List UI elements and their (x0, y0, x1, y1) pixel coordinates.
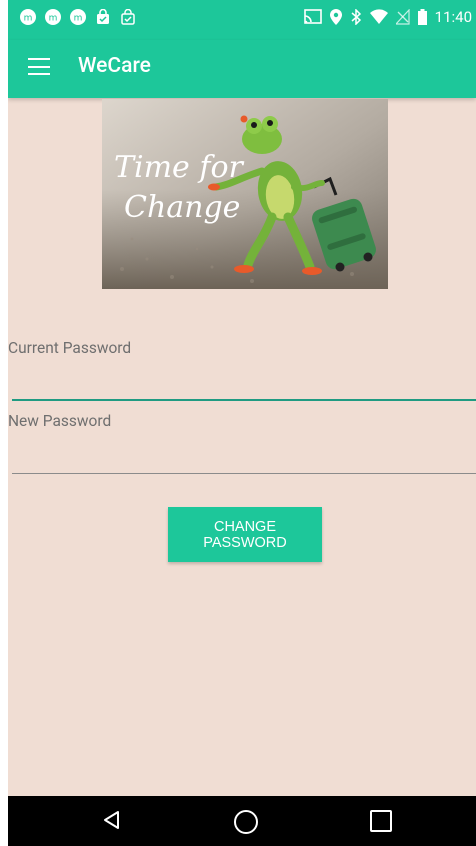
svg-text:m: m (24, 14, 33, 24)
status-bar: m m m 11:40 (8, 0, 476, 40)
new-password-input[interactable] (12, 445, 476, 474)
app-screen: m m m 11:40 WeCare Time for Change Curre… (8, 0, 476, 846)
clock-text: 11:40 (434, 8, 472, 26)
menu-icon[interactable] (28, 58, 50, 76)
battery-icon (417, 9, 427, 25)
hero-text-line2: Change (124, 190, 240, 225)
current-password-label: Current Password (8, 339, 132, 357)
app-notification-icon: m (70, 9, 86, 25)
new-password-label: New Password (8, 412, 112, 430)
system-icons: 11:40 (303, 8, 472, 26)
recent-apps-icon[interactable] (370, 810, 392, 832)
bluetooth-icon (351, 9, 361, 25)
hero-frog-illustration: Time for Change (102, 99, 388, 289)
app-title: WeCare (78, 54, 151, 78)
hero-image: Time for Change (102, 99, 388, 289)
app-bar: WeCare (8, 40, 476, 98)
hero-text-line1: Time for (114, 150, 245, 185)
app-notification-icon: m (45, 9, 61, 25)
home-icon[interactable] (234, 810, 258, 834)
system-navigation-bar (8, 796, 476, 846)
cast-icon (303, 9, 322, 24)
app-notification-icon: m (20, 9, 36, 25)
wifi-icon (369, 9, 388, 24)
back-icon[interactable] (102, 810, 122, 830)
svg-text:m: m (74, 14, 83, 24)
change-password-button[interactable]: CHANGE PASSWORD (168, 507, 322, 562)
no-signal-icon (395, 9, 410, 25)
svg-text:m: m (49, 14, 58, 24)
shopping-bag-icon (97, 9, 109, 24)
current-password-input[interactable] (12, 371, 476, 401)
notification-icons: m m m (20, 9, 136, 25)
shopping-bag-outline-icon (121, 9, 135, 25)
location-icon (329, 9, 342, 25)
